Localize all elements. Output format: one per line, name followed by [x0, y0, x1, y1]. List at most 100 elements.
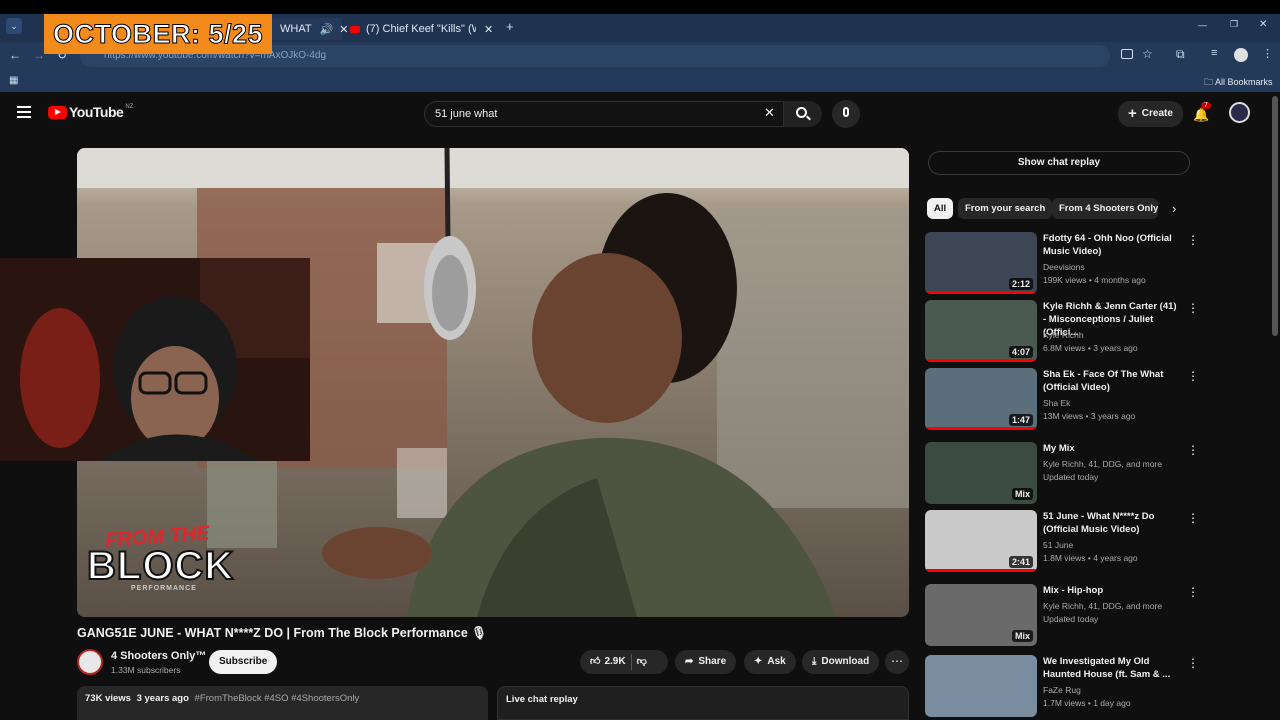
- more-options-icon[interactable]: ⋮: [1187, 512, 1199, 524]
- search-button[interactable]: [784, 101, 822, 127]
- chip-all[interactable]: All: [927, 198, 954, 219]
- duration-badge: Mix: [1011, 488, 1033, 500]
- extensions-icon[interactable]: ⧉: [1176, 47, 1185, 62]
- recommendation-item[interactable]: 4:07 Kyle Richh & Jenn Carter (41) - Misc…: [925, 300, 1199, 364]
- recommendation-item[interactable]: Mix My Mix Kyle Richh, 41, DDG, and more Up…: [925, 442, 1199, 506]
- recommendation-item[interactable]: 2:41 51 June - What N****z Do (Official M…: [925, 510, 1199, 574]
- speaker-icon: 🔊: [319, 23, 334, 36]
- plus-icon: +: [1128, 105, 1137, 122]
- recommendation-thumbnail[interactable]: Mix: [925, 442, 1037, 504]
- tab-current-label: WHAT: [280, 23, 312, 35]
- recommendation-item[interactable]: We Investigated My Old Haunted House (ft…: [925, 655, 1199, 719]
- all-bookmarks-button[interactable]: 🗀 All Bookmarks: [1204, 75, 1273, 91]
- description-box[interactable]: 73K views 3 years ago #FromTheBlock #4SO…: [77, 686, 488, 720]
- create-button[interactable]: + Create: [1118, 101, 1183, 127]
- recommendation-channel[interactable]: 51 June: [1043, 540, 1073, 550]
- more-options-icon[interactable]: ⋮: [1187, 444, 1199, 456]
- voice-search-button[interactable]: [832, 100, 860, 128]
- hamburger-menu-icon[interactable]: [17, 106, 31, 118]
- recommendation-title[interactable]: Fdotty 64 - Ohh Noo (Official Music Vide…: [1043, 232, 1181, 258]
- more-actions-button[interactable]: ⋯: [885, 650, 909, 674]
- bell-icon: 🔔: [1193, 107, 1210, 122]
- new-tab-button[interactable]: +: [506, 19, 514, 34]
- browser-menu-icon[interactable]: ⋮: [1262, 47, 1273, 60]
- youtube-logo[interactable]: YouTube NZ: [48, 104, 133, 120]
- from-the-block-logo: FROM THE BLOCK PERFORMANCE: [86, 522, 267, 592]
- subscribe-button[interactable]: Subscribe: [209, 650, 278, 674]
- duration-badge: 2:41: [1008, 556, 1033, 568]
- media-icon[interactable]: ≡: [1211, 47, 1217, 59]
- live-chat-replay-panel[interactable]: Live chat replay: [497, 686, 909, 720]
- more-options-icon[interactable]: ⋮: [1187, 586, 1199, 598]
- recommendation-title[interactable]: 51 June - What N****z Do (Official Music…: [1043, 510, 1181, 536]
- clear-search-icon[interactable]: ✕: [764, 105, 775, 121]
- close-tab-icon[interactable]: ✕: [339, 23, 348, 36]
- duration-badge: 4:07: [1008, 346, 1033, 358]
- back-icon[interactable]: ←: [9, 48, 21, 62]
- thumbs-down-icon[interactable]: 👎︎: [637, 650, 647, 674]
- recommendation-channel[interactable]: FaZe Rug: [1043, 685, 1081, 695]
- show-chat-replay-button[interactable]: Show chat replay: [928, 151, 1190, 175]
- channel-name[interactable]: 4 Shooters Only™: [111, 650, 206, 662]
- download-label: Download: [821, 656, 870, 667]
- recommendation-item[interactable]: 2:12 Fdotty 64 - Ohh Noo (Official Music …: [925, 232, 1199, 296]
- like-count: 2.9K: [604, 656, 626, 667]
- more-options-icon[interactable]: ⋮: [1187, 370, 1199, 382]
- account-avatar[interactable]: [1229, 102, 1250, 123]
- close-tab-icon[interactable]: ✕: [484, 23, 493, 36]
- chip-from-channel-label: From 4 Shooters Only™: [1059, 203, 1158, 214]
- recommendation-channel[interactable]: Kyle Richh, 41, DDG, and more: [1043, 459, 1162, 469]
- recommendation-thumbnail[interactable]: Mix: [925, 584, 1037, 646]
- page-scrollbar[interactable]: [1272, 96, 1278, 336]
- recommendation-meta: 1.7M views • 1 day ago: [1043, 698, 1131, 708]
- recommendation-thumbnail[interactable]: 2:12: [925, 232, 1037, 294]
- chevron-right-icon[interactable]: ›: [1172, 201, 1176, 216]
- recommendation-title[interactable]: Sha Ek - Face Of The What (Official Vide…: [1043, 368, 1181, 394]
- more-options-icon[interactable]: ⋮: [1187, 302, 1199, 314]
- more-options-icon[interactable]: ⋮: [1187, 657, 1199, 669]
- tab-search-button[interactable]: ⌄: [6, 18, 22, 34]
- recommendation-title[interactable]: We Investigated My Old Haunted House (ft…: [1043, 655, 1181, 681]
- recommendation-item[interactable]: 1:47 Sha Ek - Face Of The What (Official …: [925, 368, 1199, 432]
- youtube-logo-text: YouTube: [69, 104, 124, 120]
- share-icon: ➦: [685, 656, 694, 667]
- recommendation-title[interactable]: Mix - Hip-hop: [1043, 584, 1181, 597]
- recommendation-meta: Updated today: [1043, 614, 1099, 624]
- recommendation-title[interactable]: My Mix: [1043, 442, 1181, 455]
- channel-avatar[interactable]: [77, 649, 103, 675]
- download-button[interactable]: ⤓ Download: [802, 650, 880, 674]
- tab-current[interactable]: WHAT 🔊 ✕: [272, 18, 349, 40]
- chip-from-your-search[interactable]: From your search: [958, 198, 1053, 219]
- duration-badge: Mix: [1011, 630, 1033, 642]
- notifications-button[interactable]: 🔔 7: [1193, 102, 1211, 124]
- subscribe-label: Subscribe: [219, 656, 268, 667]
- more-options-icon[interactable]: ⋮: [1187, 234, 1199, 246]
- search-query: 51 june what: [435, 108, 498, 120]
- like-button[interactable]: 👍︎ 2.9K: [590, 650, 626, 674]
- recommendation-thumbnail[interactable]: 2:41: [925, 510, 1037, 572]
- webcam-overlay: [0, 258, 310, 461]
- recommendation-thumbnail[interactable]: 4:07: [925, 300, 1037, 362]
- profile-avatar[interactable]: [1234, 48, 1248, 62]
- recommendation-thumbnail[interactable]: [925, 655, 1037, 717]
- recommendation-thumbnail[interactable]: 1:47: [925, 368, 1037, 430]
- ask-button[interactable]: ✦ Ask: [744, 650, 796, 674]
- minimize-button[interactable]: —: [1198, 20, 1207, 30]
- recommendation-channel[interactable]: Deevisions: [1043, 262, 1085, 272]
- channel-subscribers: 1.33M subscribers: [111, 665, 181, 675]
- recommendation-channel[interactable]: Kyle Richh: [1043, 330, 1084, 340]
- tab-chief-keef[interactable]: (7) Chief Keef "Kills" (WSHH Ex... ✕: [350, 18, 498, 40]
- recommendation-channel[interactable]: Kyle Richh, 41, DDG, and more: [1043, 601, 1162, 611]
- logo-main-text: BLOCK: [86, 544, 235, 588]
- hashtags[interactable]: #FromTheBlock #4SO #4ShootersOnly: [195, 693, 360, 704]
- bookmark-star-icon[interactable]: ☆: [1142, 47, 1153, 61]
- cast-icon[interactable]: [1121, 49, 1133, 59]
- chip-from-channel[interactable]: From 4 Shooters Only™: [1052, 198, 1158, 219]
- recommendation-item[interactable]: Mix Mix - Hip-hop Kyle Richh, 41, DDG, and…: [925, 584, 1199, 648]
- restore-button[interactable]: ❐: [1230, 19, 1238, 30]
- search-input[interactable]: 51 june what: [424, 101, 784, 127]
- share-button[interactable]: ➦ Share: [675, 650, 737, 674]
- apps-grid-icon[interactable]: ▦: [9, 75, 18, 86]
- close-window-button[interactable]: ✕: [1259, 19, 1267, 30]
- recommendation-channel[interactable]: Sha Ek: [1043, 398, 1070, 408]
